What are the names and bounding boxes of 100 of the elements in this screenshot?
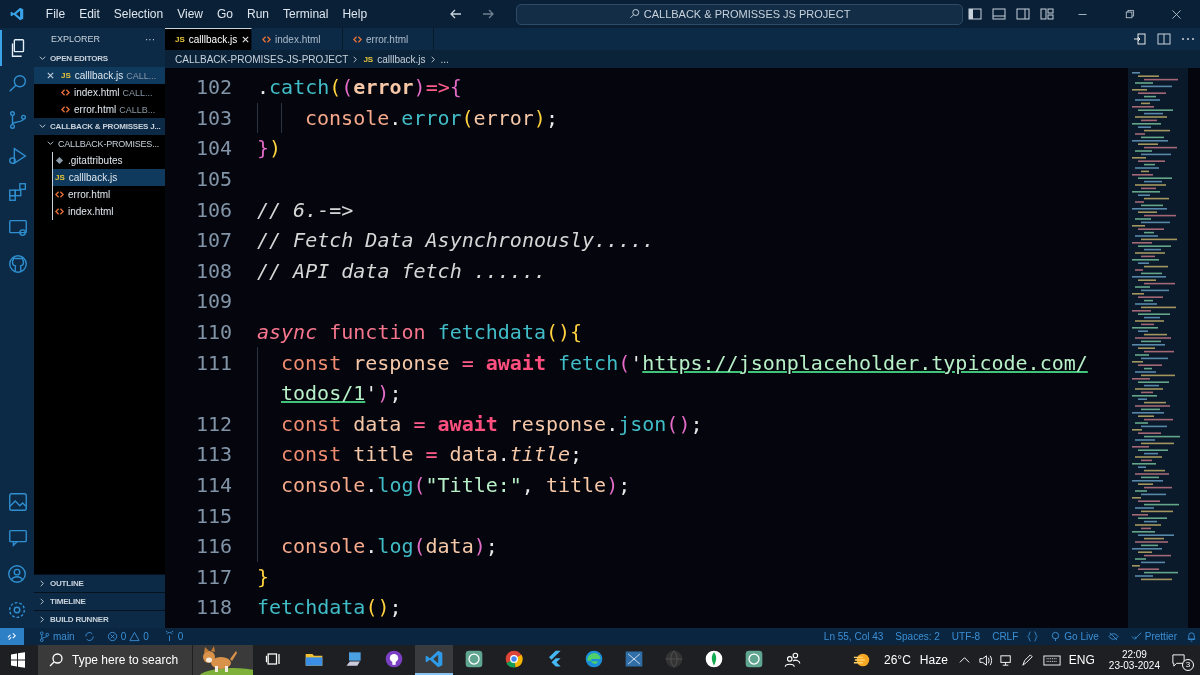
remote-icon[interactable] [0, 628, 24, 645]
code-token: // Fetch Data Asynchronously..... [257, 228, 655, 253]
status-item[interactable]: Ln 55, Col 43 [823, 631, 884, 642]
explorer-file-row[interactable]: .gitattributes [53, 152, 165, 169]
code-token: ) [377, 381, 390, 406]
clock-time[interactable]: 22:09 [1121, 649, 1147, 660]
open-editor-item[interactable]: JS calllback.js CALL... [34, 67, 165, 84]
account-icon[interactable] [6, 563, 28, 585]
menu-item[interactable]: Help [335, 7, 375, 21]
code-token: ) [269, 136, 282, 161]
pen-icon[interactable] [1019, 652, 1035, 668]
ports-status[interactable]: 0 [160, 631, 184, 642]
code-token: response [509, 411, 607, 436]
code-token: ( [341, 75, 354, 100]
problems-status[interactable]: 0 0 [103, 631, 149, 642]
settings-icon[interactable] [6, 599, 28, 621]
extensions-icon [7, 181, 29, 203]
code-token: , [521, 473, 535, 497]
code-token: . [365, 534, 378, 559]
notifications-button[interactable]: 3 [1168, 647, 1194, 673]
code-token: . [497, 442, 510, 467]
section-header[interactable]: OUTLINE [34, 574, 165, 592]
section-header[interactable]: OPEN EDITORS [34, 50, 165, 67]
vscode-icon [424, 649, 444, 669]
network-icon [624, 649, 644, 669]
branch-status[interactable]: main [36, 631, 75, 642]
code-token: fetchdata [257, 595, 366, 620]
breadcrumb-item[interactable]: CALLBACK-PROMISES-JS-PROJECT [175, 53, 349, 65]
js-file-icon: JS [55, 173, 65, 182]
section-header[interactable]: CALLBACK & PROMISSES J... [34, 118, 165, 135]
chevron-right-icon [428, 54, 438, 64]
people-icon[interactable] [783, 651, 801, 669]
code-token: function [329, 320, 427, 345]
taskbar-app-button[interactable] [415, 645, 453, 675]
github-icon [7, 253, 29, 275]
menu-item[interactable]: File [38, 7, 73, 21]
js-file-icon: JS [175, 35, 185, 44]
weather-icon[interactable] [853, 651, 871, 669]
section-header[interactable]: TIMELINE [34, 592, 165, 610]
search-icon[interactable] [38, 645, 72, 675]
bell-icon[interactable] [1186, 631, 1197, 642]
html-file-icon [61, 105, 70, 114]
braces-icon[interactable] [1027, 631, 1039, 642]
keyboard-icon[interactable] [1042, 652, 1061, 668]
network-icon[interactable] [998, 652, 1014, 668]
close-icon[interactable] [46, 71, 55, 80]
toggle-sidebar-icon[interactable] [967, 6, 983, 22]
eye-off-icon[interactable] [1107, 631, 1119, 642]
mongodb-icon [704, 649, 724, 669]
layout-icon[interactable] [1039, 6, 1055, 22]
breadcrumb-item[interactable]: calllback.js [377, 53, 426, 65]
toggle-panel-icon[interactable] [991, 6, 1007, 22]
menu-item[interactable]: Selection [106, 7, 171, 21]
editor-tab[interactable]: JS calllback.js [165, 28, 252, 50]
sync-icon[interactable] [83, 631, 95, 642]
toggle-secondary-sidebar-icon[interactable] [1015, 6, 1031, 22]
explorer-file-row[interactable]: error.html [53, 186, 165, 203]
open-preview-icon[interactable] [1132, 31, 1148, 47]
weather-text: Haze [919, 653, 948, 667]
go-live-button[interactable]: Go Live [1047, 631, 1099, 642]
close-icon[interactable] [241, 35, 251, 44]
folder-item[interactable]: CALLBACK-PROMISES... [34, 135, 165, 152]
close-icon[interactable] [1170, 7, 1183, 21]
code-token: ; [389, 595, 402, 620]
open-editor-item[interactable]: error.html CALLB... [34, 101, 165, 118]
prettier-status[interactable]: Prettier [1127, 631, 1177, 642]
code-token: const [281, 411, 343, 436]
code-token: ( [329, 75, 342, 100]
search-icon [628, 8, 641, 20]
menu-item[interactable]: Go [210, 7, 241, 21]
status-item[interactable]: CRLF [992, 631, 1019, 642]
explorer-file-row[interactable]: index.html [53, 203, 165, 220]
split-editor-icon[interactable] [1156, 31, 1172, 47]
menu-item[interactable]: Run [240, 7, 277, 21]
clock-date[interactable]: 23-03-2024 [1108, 660, 1160, 671]
menu-item[interactable]: View [170, 7, 210, 21]
start-icon[interactable] [10, 652, 26, 668]
language-indicator[interactable]: ENG [1068, 653, 1095, 667]
taskbar-search-field[interactable]: Type here to search [72, 645, 192, 675]
status-item[interactable]: UTF-8 [951, 631, 981, 642]
volume-icon[interactable] [977, 652, 993, 668]
open-editor-item[interactable]: index.html CALL... [34, 84, 165, 101]
line-number: 116 [194, 534, 233, 559]
section-header[interactable]: BUILD RUNNER [34, 610, 165, 628]
line-number: 117 [194, 564, 233, 589]
line-number: 109 [194, 289, 233, 314]
code-token: ; [485, 534, 498, 559]
breadcrumb-item[interactable]: ... [440, 53, 449, 65]
more-actions-button[interactable]: ··· [145, 33, 155, 45]
code-token: = [413, 411, 427, 436]
restore-icon[interactable] [1123, 7, 1136, 21]
explorer-file-row[interactable]: JS calllback.js [53, 169, 165, 186]
command-center[interactable]: CALLBACK & PROMISSES JS PROJECT [516, 3, 963, 25]
line-number: 110 [194, 320, 233, 345]
status-item[interactable]: Spaces: 2 [895, 631, 940, 642]
code-token: ; [570, 442, 583, 467]
search-icon [7, 73, 29, 95]
menu-item[interactable]: Terminal [276, 7, 336, 21]
menu-item[interactable]: Edit [72, 7, 107, 21]
code-token: response [353, 350, 451, 375]
